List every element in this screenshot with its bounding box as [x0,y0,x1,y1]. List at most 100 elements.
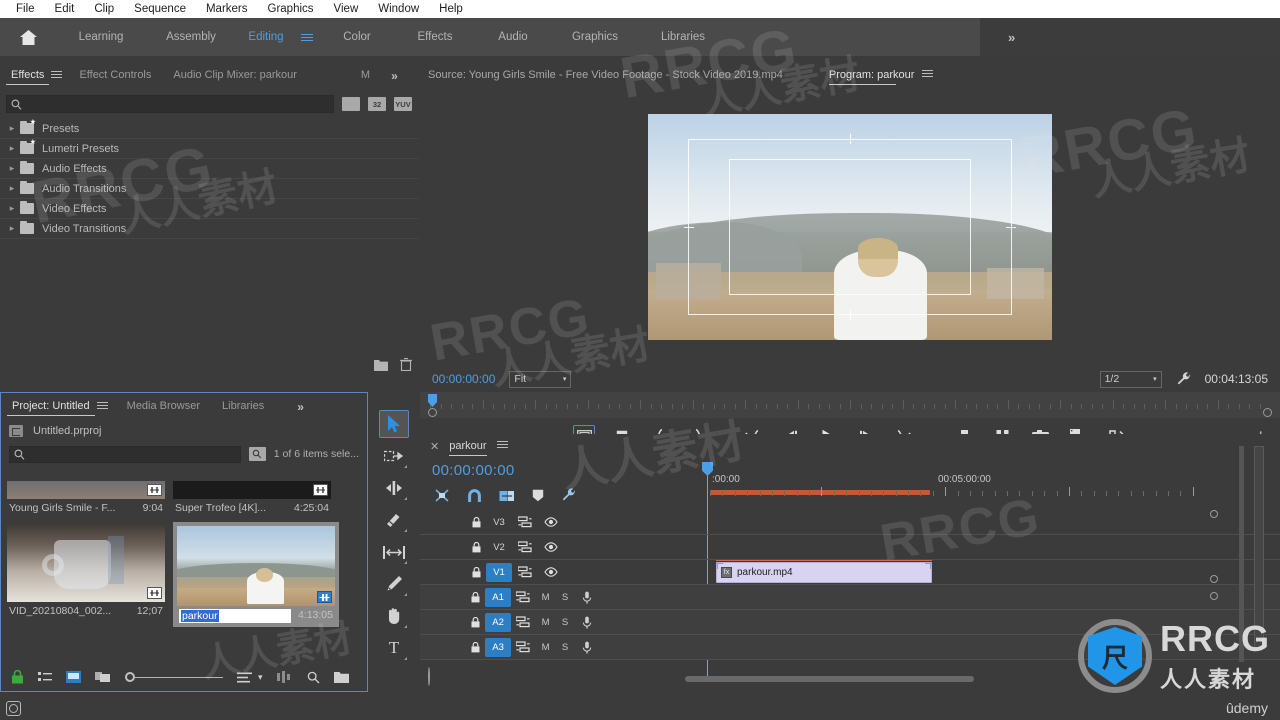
slip-tool[interactable] [379,538,409,566]
workspace-overflow-icon[interactable]: » [1008,30,1015,45]
tab-media-browser[interactable]: Media Browser [116,393,211,420]
tab-source-monitor[interactable]: Source: Young Girls Smile - Free Video F… [428,69,783,81]
chevron-right-icon[interactable]: ▸ [4,163,20,174]
timeline-clip-parkour[interactable]: fx parkour.mp4 [716,562,932,583]
effects-search-input[interactable] [6,95,334,113]
workspace-tab-audio[interactable]: Audio [474,31,552,43]
project-item[interactable]: VID_20210804_002... 12;07 [7,522,165,627]
chevron-right-icon[interactable]: ▸ [4,123,20,134]
track-row-a1[interactable]: A1 M S [420,585,1280,610]
mute-track-button[interactable]: M [536,617,555,628]
menu-item-graphics[interactable]: Graphics [258,0,324,18]
effects-tree-item-video-effects[interactable]: ▸ Video Effects [0,199,418,219]
menu-item-edit[interactable]: Edit [45,0,85,18]
mark-in-handle[interactable] [428,408,437,417]
track-targeting-icon[interactable] [511,616,536,628]
menu-item-help[interactable]: Help [429,0,473,18]
menu-item-file[interactable]: File [6,0,45,18]
tab-libraries[interactable]: Libraries [211,393,275,420]
playback-resolution-select[interactable]: 1/2 ▾ [1099,370,1162,388]
track-name-a1[interactable]: A1 [485,587,511,607]
timeline-playhead-timecode[interactable]: 00:00:00:00 [432,462,515,479]
ripple-edit-tool[interactable] [379,474,409,502]
track-row-v2[interactable]: V2 [420,535,1280,560]
track-targeting-icon[interactable] [512,541,538,553]
toggle-track-output-icon[interactable] [538,567,564,577]
project-file-row[interactable]: Untitled.prproj [1,420,367,442]
effects-tree-item-audio-effects[interactable]: ▸ Audio Effects [0,159,418,179]
project-item[interactable]: Super Trofeo [4K]... 4:25:04 [173,481,331,514]
zoom-level-select[interactable]: Fit ▾ [509,370,572,388]
new-bin-icon[interactable] [333,671,349,683]
chevron-right-icon[interactable]: ▸ [4,183,20,194]
project-item-rename-input[interactable]: parkour [179,609,291,623]
voice-over-record-icon[interactable] [575,591,600,604]
mute-track-button[interactable]: M [536,642,555,653]
voice-over-record-icon[interactable] [575,641,600,654]
track-handle[interactable] [1210,592,1218,600]
zoom-slider-handle[interactable] [125,672,135,682]
find-icon[interactable] [307,671,320,684]
timeline-zoom-handle[interactable] [428,667,430,686]
lock-icon[interactable] [466,641,485,653]
track-name-v3[interactable]: V3 [486,513,512,532]
track-select-forward-tool[interactable] [379,442,409,470]
menu-item-view[interactable]: View [324,0,369,18]
timeline-sequence-name[interactable]: parkour [449,440,487,456]
track-name-v1[interactable]: V1 [486,562,512,582]
workspace-tab-assembly[interactable]: Assembly [146,31,236,43]
icon-view-icon[interactable] [66,671,81,683]
wrench-icon[interactable] [1176,371,1191,387]
menu-item-markers[interactable]: Markers [196,0,258,18]
timeline-scroll-thumb[interactable] [685,676,974,682]
mark-out-handle[interactable] [1263,408,1272,417]
program-video-area[interactable] [420,88,1280,366]
32bit-effect-icon[interactable]: 32 [368,97,386,111]
track-handle[interactable] [1210,510,1218,518]
workspace-tab-editing[interactable]: Editing [236,31,296,43]
workspace-tab-libraries[interactable]: Libraries [638,31,728,43]
workspace-menu-icon[interactable] [296,32,318,43]
program-playhead-timecode[interactable]: 00:00:00:00 [432,372,495,386]
yuv-effect-icon[interactable]: YUV [394,97,412,111]
track-targeting-icon[interactable] [511,591,536,603]
solo-track-button[interactable]: S [555,592,574,603]
track-handle[interactable] [1210,575,1218,583]
zoom-slider[interactable] [125,672,223,682]
tab-effects[interactable]: Effects [0,62,55,89]
nest-sequence-icon[interactable] [434,488,450,503]
zoom-slider-track[interactable] [135,676,223,678]
menu-item-clip[interactable]: Clip [84,0,124,18]
razor-tool[interactable] [379,506,409,534]
timeline-panel-menu-icon[interactable] [496,439,508,453]
toggle-track-output-icon[interactable] [538,517,564,527]
effects-tree-item-lumetri-presets[interactable]: ▸ Lumetri Presets [0,139,418,159]
menu-item-window[interactable]: Window [368,0,429,18]
track-row-v1[interactable]: V1 fx parkour.mp4 [420,560,1280,585]
timeline-time-ruler[interactable]: :00:00 00:05:00:00 [710,468,1205,498]
track-name-v2[interactable]: V2 [486,538,512,557]
pen-tool[interactable] [379,570,409,598]
lock-icon[interactable] [466,566,486,578]
menu-item-sequence[interactable]: Sequence [124,0,196,18]
voice-over-record-icon[interactable] [575,616,600,629]
effects-tree-item-video-transitions[interactable]: ▸ Video Transitions [0,219,418,239]
workspace-tab-graphics[interactable]: Graphics [552,31,638,43]
automate-to-sequence-icon[interactable] [276,671,293,683]
chevron-right-icon[interactable]: ▸ [4,203,20,214]
workspace-tab-effects[interactable]: Effects [396,31,474,43]
lock-icon[interactable] [466,591,485,603]
close-icon[interactable]: ✕ [430,440,439,453]
freeform-view-icon[interactable] [95,671,111,683]
type-tool[interactable]: T [379,634,409,662]
workspace-tab-learning[interactable]: Learning [56,31,146,43]
project-search-input[interactable] [9,445,241,463]
solo-track-button[interactable]: S [555,617,574,628]
track-targeting-icon[interactable] [512,566,538,578]
project-item-selected[interactable]: parkour 4:13:05 [173,522,339,627]
hand-tool[interactable] [379,602,409,630]
chevron-down-icon[interactable]: ▾ [258,672,263,683]
lock-icon[interactable] [466,616,485,628]
home-button[interactable] [0,18,56,56]
tab-audio-clip-mixer[interactable]: Audio Clip Mixer: parkour [162,62,308,89]
